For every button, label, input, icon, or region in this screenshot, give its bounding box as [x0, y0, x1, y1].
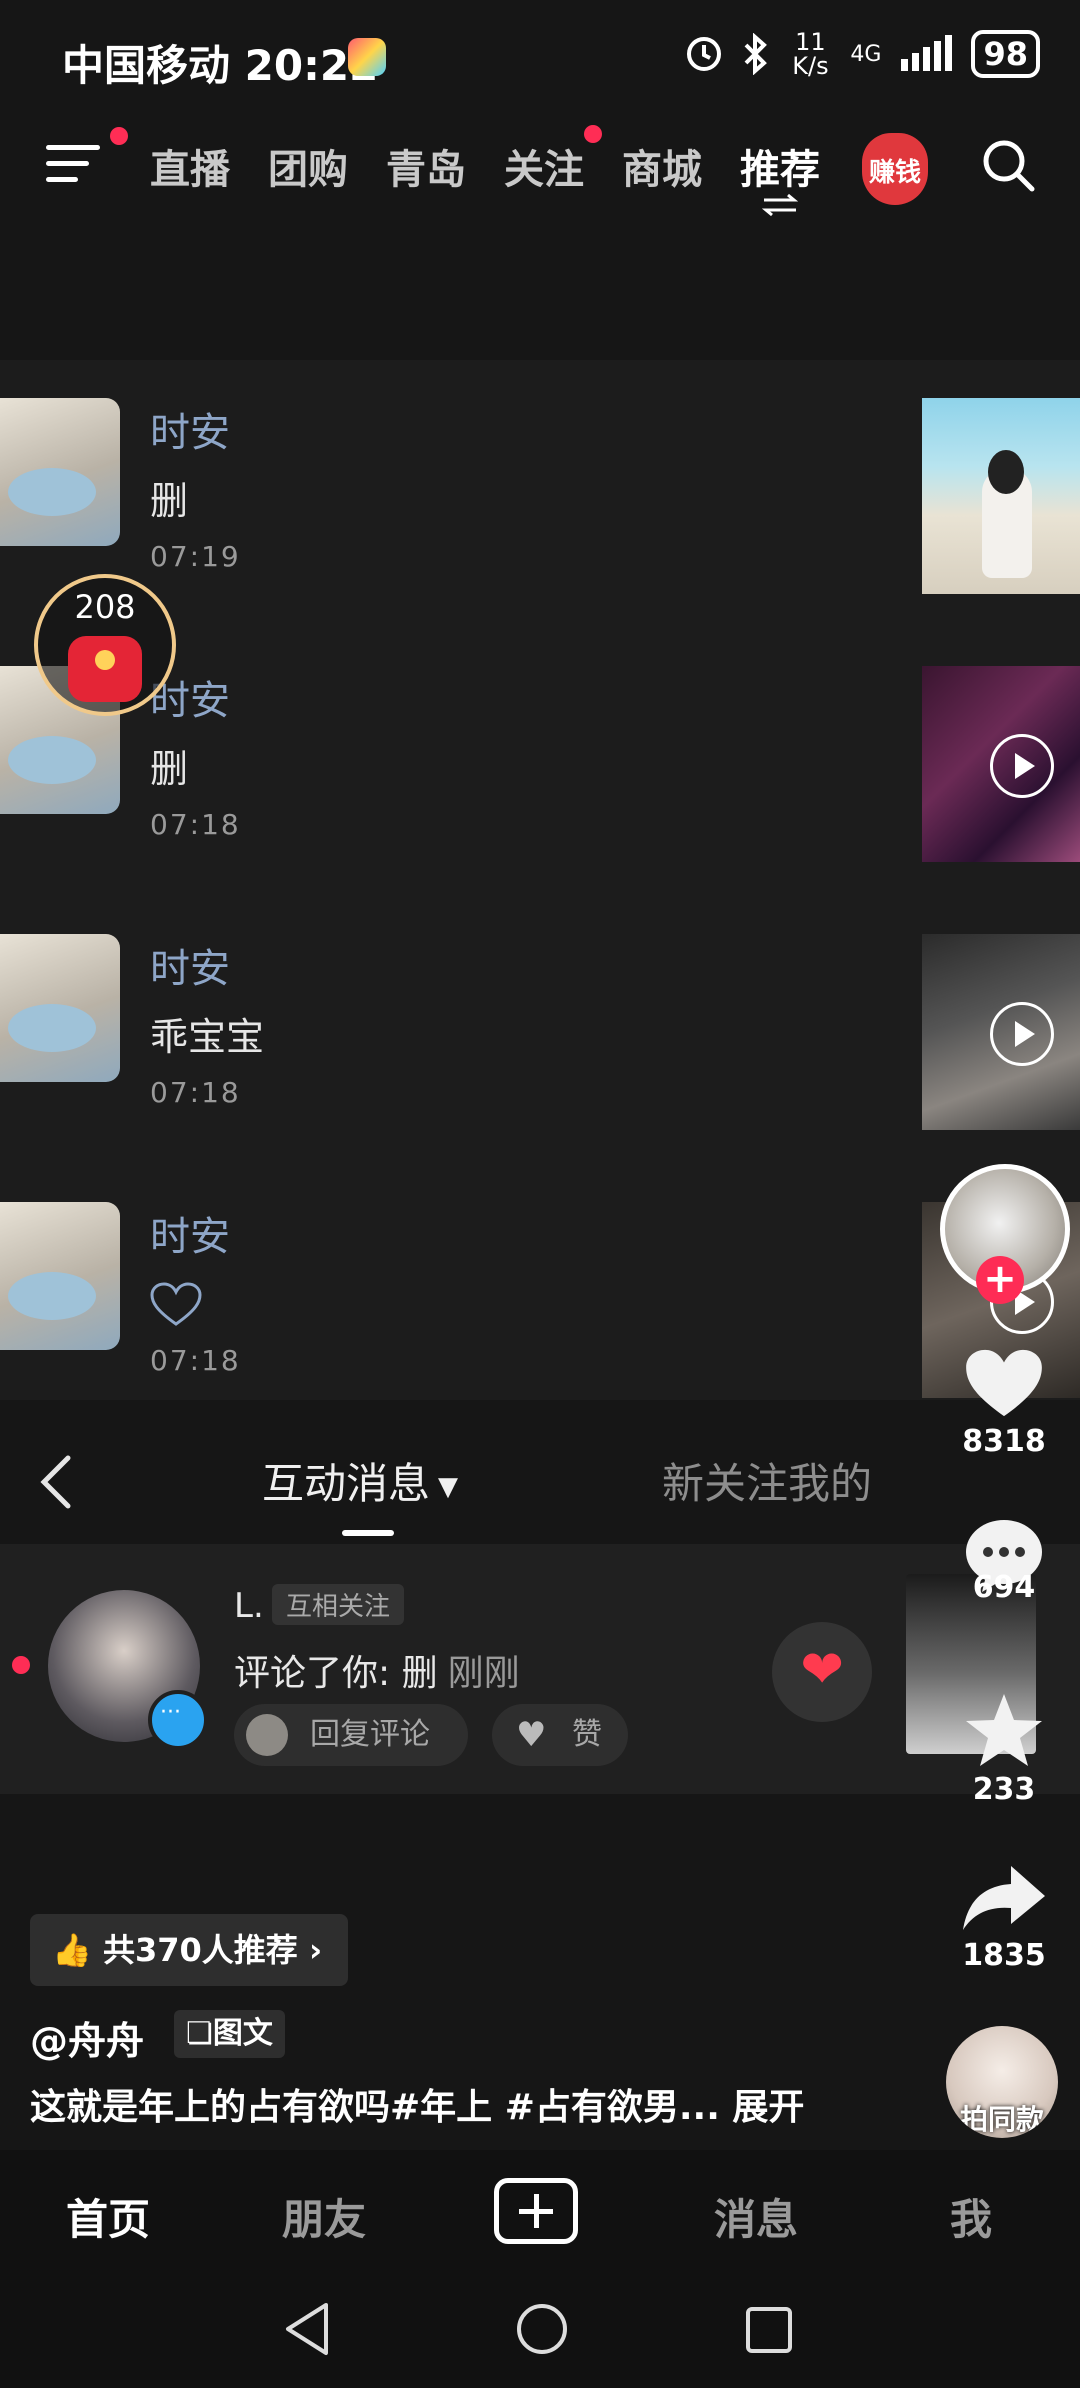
nav-tab-live[interactable]: 直播: [150, 137, 230, 195]
message-text: 删: [150, 479, 189, 523]
swap-icon: [762, 193, 798, 217]
net-speed: 11 K/s: [792, 28, 829, 80]
signal-icon: [901, 35, 953, 71]
nav-tab-following[interactable]: 关注: [504, 137, 584, 195]
sender-name: 时安: [150, 1214, 230, 1260]
bluetooth-icon: [745, 33, 768, 75]
tab-inbox[interactable]: 消息: [714, 2186, 798, 2247]
earn-money-icon[interactable]: 赚钱: [862, 133, 928, 205]
menu-unread-dot: [110, 127, 128, 145]
thumbs-up-icon: 👍: [52, 1931, 92, 1969]
nav-tab-group-buy[interactable]: 团购: [268, 137, 348, 195]
red-envelope-icon: [68, 636, 142, 702]
status-bar: 中国移动 20:22 11 K/s 4G 98: [0, 0, 1080, 115]
unread-dot: [12, 1656, 30, 1674]
status-icons: 11 K/s 4G 98: [684, 30, 1040, 78]
nav-tab-recommend[interactable]: 推荐: [740, 137, 820, 195]
video-thumbnail[interactable]: [922, 666, 1080, 862]
chevron-right-icon: ›: [308, 1931, 323, 1969]
mini-avatar: [246, 1714, 288, 1756]
notification-text: 评论了你: 删刚刚: [234, 1653, 520, 1694]
author-name[interactable]: @舟舟: [30, 2010, 144, 2065]
favorite-count: 233: [972, 1772, 1036, 1807]
message-text: 删: [150, 747, 189, 791]
list-item[interactable]: 时安 07:18: [0, 1164, 1080, 1404]
bottom-tab-bar: 首页 朋友 消息 我: [0, 2150, 1080, 2275]
comment-button[interactable]: 694: [944, 1516, 1064, 1605]
following-unread-dot: [584, 125, 602, 143]
home-circle-icon[interactable]: [514, 2301, 570, 2357]
tab-home[interactable]: 首页: [66, 2186, 150, 2247]
image-post-icon: ❏: [186, 2016, 213, 2051]
envelope-count: 208: [74, 588, 136, 626]
like-count: 8318: [962, 1424, 1046, 1459]
user-name[interactable]: L.: [234, 1586, 264, 1626]
avatar[interactable]: [0, 398, 120, 546]
alarm-icon: [687, 37, 722, 71]
nav-tab-mall[interactable]: 商城: [622, 137, 702, 195]
heart-icon: [966, 1349, 1042, 1417]
battery-icon: 98: [971, 30, 1040, 78]
caret-down-icon: ▼: [438, 1472, 459, 1502]
follow-plus-icon[interactable]: +: [976, 1256, 1024, 1304]
message-text: 乖宝宝: [150, 1015, 265, 1059]
star-icon: [966, 1694, 1042, 1766]
play-icon: [990, 734, 1054, 798]
chat-list: 时安 删 07:19 时安 删 07:18 时安 乖宝宝 07:18 时安 07…: [0, 360, 1080, 1400]
sender-name: 时安: [150, 946, 230, 992]
recommend-count-pill[interactable]: 👍 共370人推荐 ›: [30, 1914, 349, 1986]
notification-header: 互动消息 ▼ 新关注我的: [0, 1410, 1080, 1540]
liked-heart-icon[interactable]: [772, 1622, 872, 1722]
message-time: 07:18: [150, 1344, 241, 1377]
back-triangle-icon[interactable]: [282, 2301, 332, 2357]
notification-card[interactable]: L. 互相关注 评论了你: 删刚刚 回复评论 ♥赞: [0, 1544, 1080, 1794]
post-type-badge: ❏图文: [174, 2010, 285, 2058]
sender-name: 时安: [150, 410, 230, 456]
top-nav: 直播 团购 青岛 关注 商城 推荐 赚钱: [0, 115, 1080, 235]
list-item[interactable]: 时安 乖宝宝 07:18: [0, 896, 1080, 1136]
nav-tab-city[interactable]: 青岛: [386, 137, 466, 195]
same-style-button[interactable]: 拍同款: [946, 2026, 1058, 2138]
tab-me[interactable]: 我: [950, 2186, 992, 2247]
message-time: 07:18: [150, 808, 241, 841]
message-badge-icon: [148, 1690, 208, 1750]
back-icon[interactable]: [36, 1454, 76, 1510]
video-thumbnail[interactable]: [922, 934, 1080, 1130]
heart-icon: ♥: [516, 1715, 547, 1755]
share-button[interactable]: 1835: [944, 1862, 1064, 1973]
create-plus-button[interactable]: [494, 2178, 578, 2244]
carrier-time: 中国移动 20:22: [62, 41, 379, 90]
list-item[interactable]: 时安 删 07:19: [0, 360, 1080, 600]
network-type: 4G: [850, 41, 882, 67]
app-notification-icon: [348, 38, 386, 76]
recents-square-icon[interactable]: [744, 2301, 794, 2357]
tab-underline: [342, 1530, 394, 1536]
tab-new-followers[interactable]: 新关注我的: [662, 1450, 872, 1511]
comment-count: 694: [972, 1570, 1036, 1605]
search-icon[interactable]: [980, 137, 1036, 193]
video-thumbnail[interactable]: [922, 398, 1080, 594]
share-icon: [963, 1866, 1045, 1930]
tab-friends[interactable]: 朋友: [282, 2186, 366, 2247]
favorite-button[interactable]: 233: [944, 1692, 1064, 1807]
message-time: 07:19: [150, 540, 241, 573]
menu-icon[interactable]: [46, 145, 100, 185]
mutual-follow-tag: 互相关注: [272, 1584, 405, 1625]
heart-outline-icon: [150, 1282, 202, 1326]
like-comment-button[interactable]: ♥ 赞: [492, 1704, 628, 1766]
system-nav-bar: [0, 2275, 1080, 2388]
reply-comment-button[interactable]: 回复评论: [234, 1704, 468, 1766]
tab-interactions[interactable]: 互动消息 ▼: [262, 1450, 458, 1511]
like-button[interactable]: 8318: [944, 1346, 1064, 1459]
play-icon: [990, 1002, 1054, 1066]
share-count: 1835: [962, 1938, 1046, 1973]
message-time: 07:18: [150, 1076, 241, 1109]
avatar[interactable]: [0, 1202, 120, 1350]
post-description[interactable]: 这就是年上的占有欲吗#年上 #占有欲男... 展开: [30, 2078, 804, 2130]
avatar[interactable]: [0, 934, 120, 1082]
red-envelope-widget[interactable]: 208: [34, 574, 176, 716]
